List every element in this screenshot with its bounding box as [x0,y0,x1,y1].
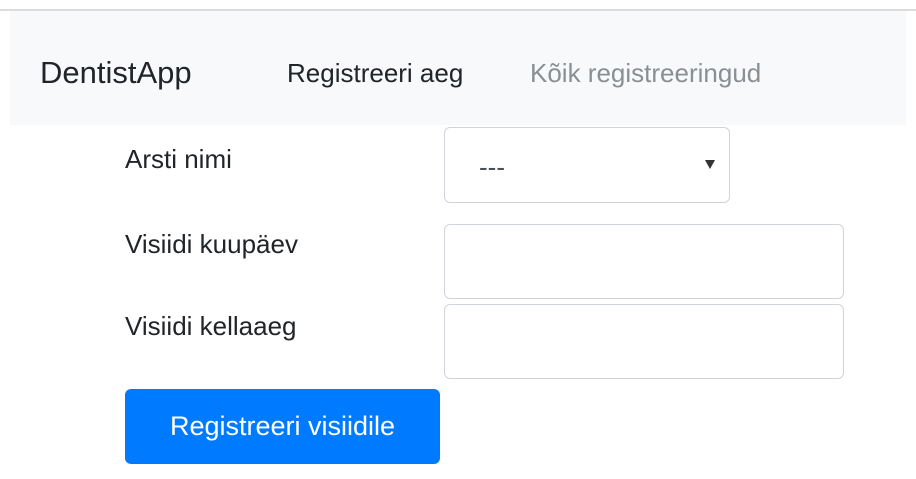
doctor-name-selected-value: --- [479,152,505,182]
register-visit-button[interactable]: Registreeri visiidile [125,389,440,464]
navbar: DentistApp Registreeri aeg Kõik registre… [10,11,906,125]
visit-time-input[interactable] [444,304,844,379]
nav-link-register-appointment[interactable]: Registreeri aeg [287,58,463,88]
caret-down-icon [705,160,715,169]
visit-time-label: Visiidi kellaaeg [125,311,297,341]
nav-link-all-registrations[interactable]: Kõik registreeringud [530,58,761,88]
visit-date-label: Visiidi kuupäev [125,229,298,259]
doctor-name-label: Arsti nimi [125,144,232,174]
visit-date-input[interactable] [444,224,844,299]
doctor-name-select[interactable]: --- [444,127,730,203]
navbar-brand[interactable]: DentistApp [40,55,192,91]
